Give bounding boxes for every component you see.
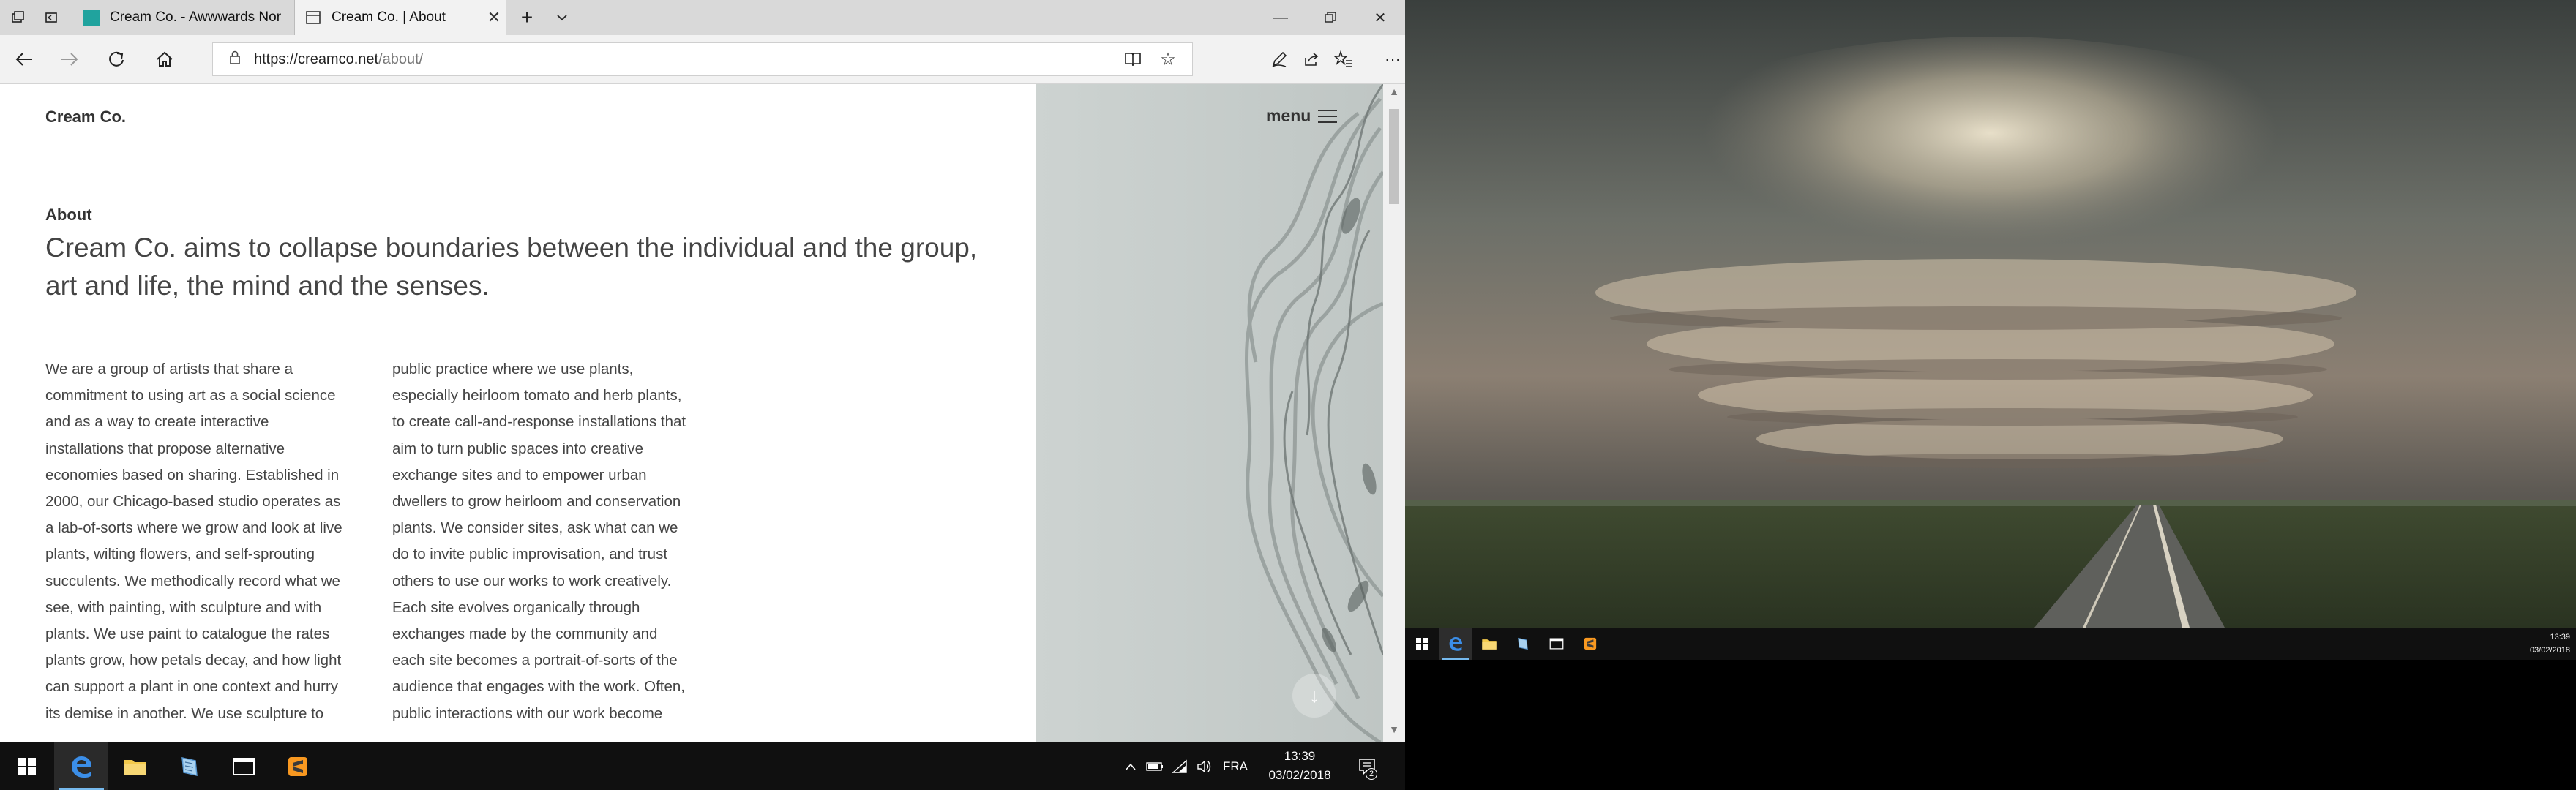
tab-bar: Cream Co. - Awwwards Nor Cream Co. | Abo… [0, 0, 1405, 36]
new-tab-icon[interactable]: + [512, 0, 542, 35]
page-favicon-icon [305, 10, 321, 26]
address-bar[interactable]: https://creamco.net/about/ ☆ [212, 42, 1193, 76]
set-aside-tabs-icon[interactable] [37, 0, 66, 35]
site-logo-link[interactable]: Cream Co. [45, 108, 126, 127]
taskbar-file-explorer-icon[interactable] [108, 742, 162, 790]
reading-view-icon[interactable] [1116, 43, 1150, 75]
notification-count-badge: 2 [1366, 768, 1377, 780]
menu-button[interactable]: menu [1266, 106, 1338, 126]
scroll-down-icon[interactable]: ▼ [1383, 723, 1405, 741]
section-label: About [45, 206, 92, 224]
web-note-pen-icon[interactable] [1265, 41, 1294, 78]
restore-icon[interactable] [1306, 0, 1355, 35]
taskbar-sublime-text-icon[interactable] [271, 742, 325, 790]
tab-about[interactable]: Cream Co. | About ✕ [294, 0, 506, 35]
tab-title: Cream Co. - Awwwards Nor [110, 10, 282, 25]
body-text-column-1: We are a group of artists that share a c… [45, 361, 342, 722]
secondary-taskbar: 13:39 03/02/2018 [1405, 628, 2576, 660]
url-domain: https://creamco.net [254, 50, 379, 67]
show-hidden-icons-chevron-icon[interactable] [1120, 742, 1142, 790]
scroll-down-arrow-icon[interactable]: ↓ [1292, 674, 1336, 718]
taskbar-app-icon[interactable] [162, 742, 217, 790]
scrollbar-thumb[interactable] [1389, 109, 1399, 204]
favorite-star-icon[interactable]: ☆ [1151, 43, 1185, 75]
artwork-image [1036, 84, 1383, 742]
web-page: Cream Co. About Cream Co. aims to collap… [0, 84, 1383, 742]
secondary-taskbar-clock[interactable]: 13:39 03/02/2018 [2517, 631, 2576, 657]
favorites-hub-icon[interactable] [1329, 41, 1358, 78]
page-lead-heading: Cream Co. aims to collapse boundaries be… [45, 233, 978, 301]
minimize-icon[interactable]: — [1256, 0, 1306, 35]
clock-time: 13:39 [1284, 749, 1316, 763]
taskbar-window-app-icon[interactable] [1540, 628, 1573, 660]
left-monitor: Cream Co. - Awwwards Nor Cream Co. | Abo… [0, 0, 1405, 790]
taskbar: FRA 13:39 03/02/2018 2 [0, 742, 1405, 790]
taskbar-file-explorer-icon[interactable] [1472, 628, 1506, 660]
start-windows-icon[interactable] [0, 742, 54, 790]
tab-awwwards[interactable]: Cream Co. - Awwwards Nor [73, 0, 293, 35]
clock-date: 03/02/2018 [2529, 646, 2570, 655]
tab-title: Cream Co. | About [332, 10, 446, 25]
taskbar-clock[interactable]: 13:39 03/02/2018 [1256, 747, 1344, 785]
page-scrollbar[interactable]: ▲ ▼ [1383, 84, 1405, 742]
hamburger-icon [1318, 109, 1338, 123]
scroll-up-icon[interactable]: ▲ [1383, 86, 1405, 103]
taskbar-sublime-text-icon[interactable] [1573, 628, 1607, 660]
action-center-icon[interactable]: 2 [1349, 742, 1385, 790]
network-wifi-icon[interactable] [1168, 742, 1191, 790]
back-arrow-icon[interactable] [6, 41, 42, 78]
menu-label: menu [1266, 106, 1311, 125]
battery-icon[interactable] [1143, 742, 1167, 790]
body-text-column-2: public practice where we use plants, esp… [392, 361, 686, 722]
tab-actions-icon[interactable] [3, 0, 32, 35]
right-monitor: 13:39 03/02/2018 [1405, 0, 2576, 790]
input-language-indicator[interactable]: FRA [1218, 742, 1253, 790]
awwwards-favicon-icon [83, 10, 100, 26]
url-path: /about/ [378, 50, 424, 67]
taskbar-window-app-icon[interactable] [217, 742, 271, 790]
taskbar-app-icon[interactable] [1506, 628, 1540, 660]
refresh-icon[interactable] [98, 41, 135, 78]
clock-time: 13:39 [2550, 633, 2570, 642]
navigation-bar: https://creamco.net/about/ ☆ ··· [0, 35, 1405, 84]
desktop-wallpaper-storm-image [1405, 0, 2576, 628]
clock-date: 03/02/2018 [1268, 768, 1331, 782]
taskbar-edge-icon[interactable] [1439, 628, 1472, 660]
share-icon[interactable] [1297, 41, 1326, 78]
lock-icon [229, 50, 241, 69]
tab-list-chevron-icon[interactable] [547, 0, 577, 35]
taskbar-edge-icon[interactable] [54, 742, 108, 790]
volume-icon[interactable] [1193, 742, 1216, 790]
home-icon[interactable] [146, 41, 183, 78]
settings-more-icon[interactable]: ··· [1382, 41, 1404, 78]
forward-arrow-icon[interactable] [51, 41, 88, 78]
start-windows-icon[interactable] [1405, 628, 1439, 660]
close-tab-icon[interactable]: ✕ [482, 8, 506, 27]
close-window-icon[interactable]: ✕ [1355, 0, 1405, 35]
